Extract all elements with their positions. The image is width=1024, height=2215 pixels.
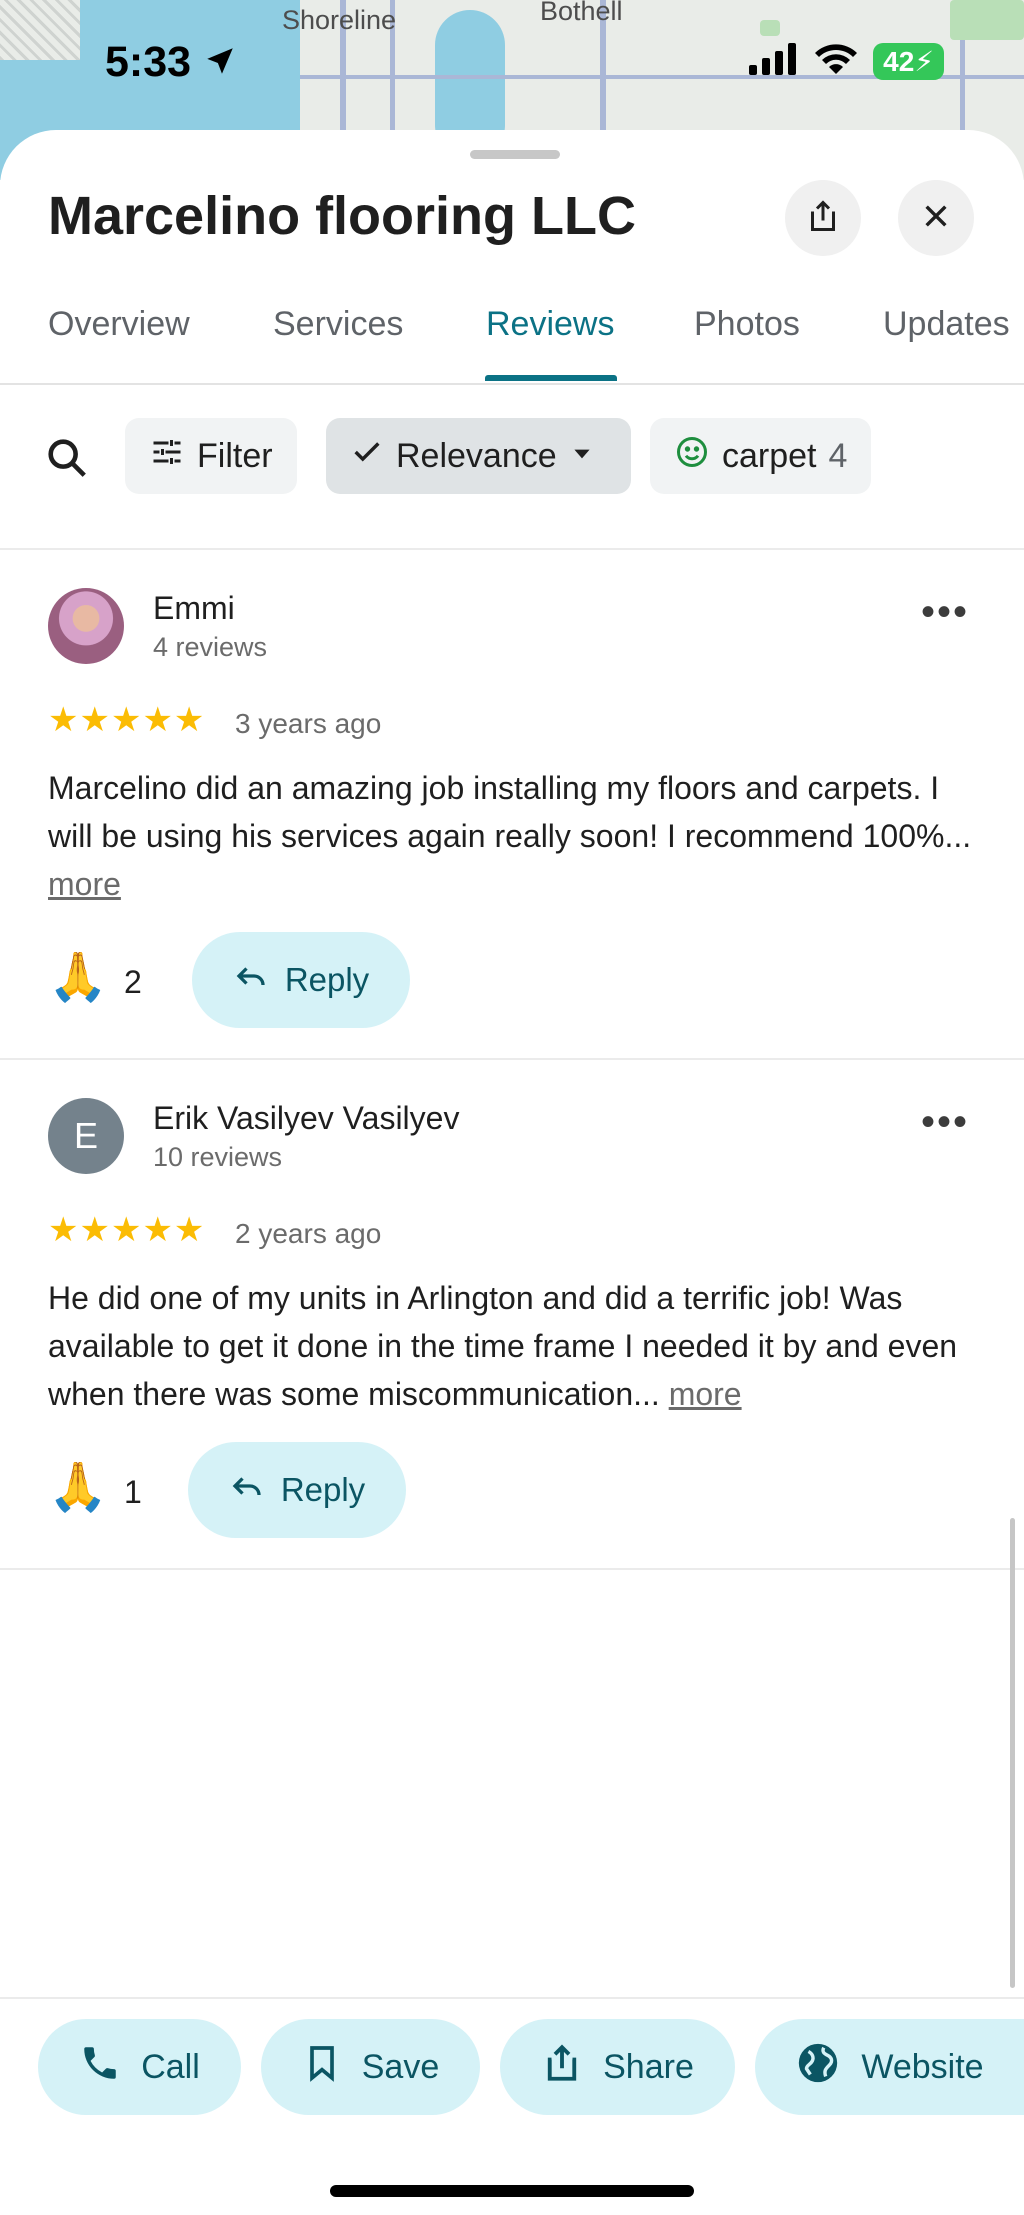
- reviewer-name[interactable]: Erik Vasilyev Vasilyev: [153, 1100, 459, 1137]
- reply-label: Reply: [280, 1471, 366, 1508]
- checkmark-icon: [350, 435, 384, 478]
- reply-button[interactable]: Reply: [192, 932, 410, 1028]
- website-label: Website: [861, 2047, 984, 2086]
- sort-label: Relevance: [396, 436, 557, 475]
- tab-photos[interactable]: Photos: [694, 305, 800, 344]
- bookmark-icon: [302, 2041, 342, 2094]
- topic-carpet-chip[interactable]: carpet 4: [650, 418, 872, 494]
- bottom-action-bar: Call Save Share Website: [0, 1997, 1024, 2215]
- charging-bolt-icon: ⚡: [914, 46, 934, 77]
- reviewer-avatar[interactable]: [48, 588, 124, 664]
- search-reviews-icon[interactable]: [44, 435, 90, 486]
- reply-arrow-icon: [233, 958, 269, 1002]
- filter-label: Filter: [197, 436, 273, 475]
- share-place-button[interactable]: [785, 180, 861, 256]
- reply-label: Reply: [284, 961, 370, 998]
- praying-hands-icon[interactable]: 🙏: [48, 1458, 108, 1515]
- website-button[interactable]: Website: [755, 2019, 1024, 2115]
- status-time: 5:33: [105, 38, 237, 89]
- close-icon: [920, 200, 952, 237]
- active-tab-indicator: [485, 375, 617, 381]
- globe-icon: [795, 2040, 841, 2095]
- sliders-icon: [149, 434, 185, 479]
- review-item: E Erik Vasilyev Vasilyev 10 reviews ••• …: [0, 1058, 1024, 1568]
- map-label-bothell: Bothell: [540, 0, 623, 26]
- dropdown-caret-icon: [569, 437, 595, 476]
- save-button[interactable]: Save: [261, 2019, 480, 2115]
- reviewer-review-count: 4 reviews: [153, 632, 268, 662]
- like-count: 1: [124, 1474, 142, 1510]
- review-filter-bar: Filter Relevance carpet 4: [0, 410, 1024, 530]
- call-label: Call: [141, 2047, 200, 2086]
- map-park: [950, 0, 1024, 40]
- review-time: 2 years ago: [235, 1218, 382, 1249]
- tab-reviews[interactable]: Reviews: [486, 305, 614, 344]
- reply-button[interactable]: Reply: [188, 1442, 406, 1538]
- review-time: 3 years ago: [235, 708, 382, 739]
- sort-relevance-chip[interactable]: Relevance: [326, 418, 631, 494]
- review-body: Marcelino did an amazing job installing …: [48, 770, 972, 854]
- status-indicators: 42⚡: [749, 42, 944, 81]
- read-more-link[interactable]: more: [48, 866, 121, 902]
- battery-level: 42: [883, 46, 915, 77]
- map-hatch-area: [0, 0, 80, 60]
- save-label: Save: [361, 2047, 440, 2086]
- call-button[interactable]: Call: [38, 2019, 241, 2115]
- topic-count: 4: [828, 436, 848, 475]
- reviewer-avatar[interactable]: E: [48, 1098, 124, 1174]
- share-button[interactable]: Share: [500, 2019, 735, 2115]
- reviewer-review-count: 10 reviews: [153, 1142, 283, 1172]
- wifi-icon: [813, 42, 859, 81]
- filter-chip[interactable]: Filter: [125, 418, 297, 494]
- place-tabs: Overview Services Reviews Photos Updates: [0, 305, 1024, 385]
- read-more-link[interactable]: more: [669, 1376, 742, 1412]
- review-text: He did one of my units in Arlington and …: [48, 1274, 988, 1418]
- share-label: Share: [603, 2047, 694, 2086]
- sheet-drag-handle[interactable]: [470, 150, 560, 159]
- status-time-text: 5:33: [105, 38, 192, 86]
- tab-updates[interactable]: Updates: [883, 305, 1010, 344]
- place-title: Marcelino flooring LLC: [48, 186, 636, 246]
- map-park: [760, 20, 780, 36]
- share-icon: [805, 198, 841, 239]
- reply-arrow-icon: [229, 1468, 265, 1512]
- close-sheet-button[interactable]: [898, 180, 974, 256]
- review-item: Emmi 4 reviews ••• ★★★★★ 3 years ago Mar…: [0, 548, 1024, 1058]
- tab-services[interactable]: Services: [273, 305, 403, 344]
- review-body: He did one of my units in Arlington and …: [48, 1280, 958, 1412]
- battery-indicator: 42⚡: [873, 43, 944, 80]
- smiley-icon: [674, 434, 710, 479]
- topic-label: carpet: [722, 436, 817, 475]
- more-options-icon[interactable]: •••: [921, 590, 969, 635]
- praying-hands-icon[interactable]: 🙏: [48, 948, 108, 1005]
- divider: [0, 1568, 1024, 1570]
- star-rating: ★★★★★: [48, 701, 206, 739]
- more-options-icon[interactable]: •••: [921, 1100, 969, 1145]
- review-text: Marcelino did an amazing job installing …: [48, 764, 988, 908]
- location-arrow-icon: [203, 40, 237, 89]
- map-label-shoreline: Shoreline: [282, 5, 397, 35]
- like-count: 2: [124, 964, 142, 1000]
- reviewer-name[interactable]: Emmi: [153, 590, 235, 627]
- tab-overview[interactable]: Overview: [48, 305, 190, 344]
- home-indicator[interactable]: [330, 2185, 694, 2197]
- scrollbar[interactable]: [1010, 1518, 1015, 1988]
- cellular-signal-icon: [749, 43, 799, 80]
- phone-icon: [79, 2042, 121, 2093]
- star-rating: ★★★★★: [48, 1211, 206, 1249]
- share-icon: [541, 2041, 583, 2094]
